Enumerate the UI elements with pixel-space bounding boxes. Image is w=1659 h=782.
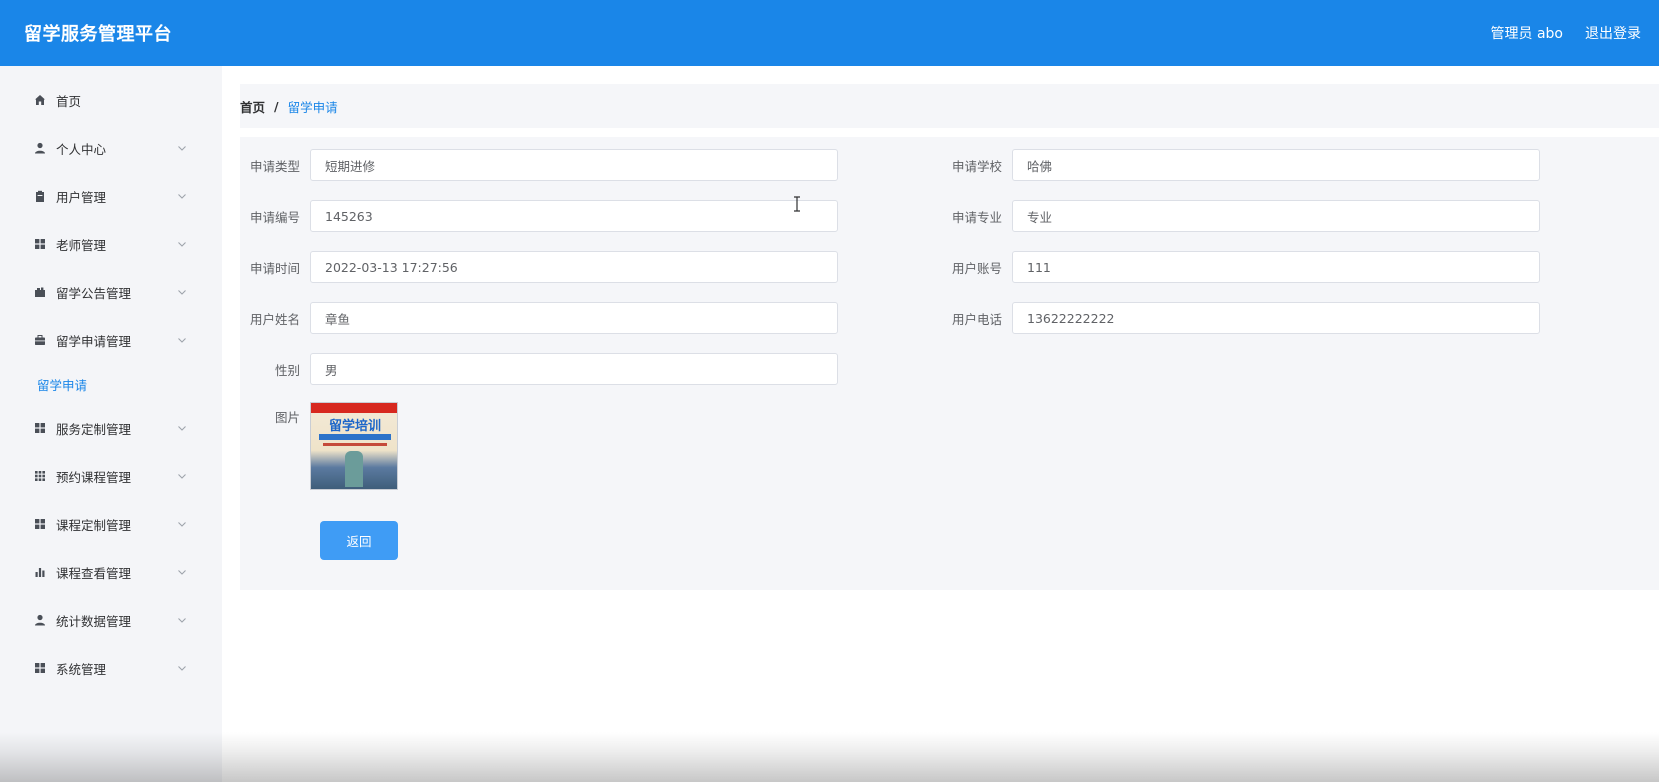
grid-icon [33, 421, 47, 435]
grid-icon [33, 517, 47, 531]
user-account-input[interactable]: 111 [1012, 251, 1540, 283]
user-phone-input[interactable]: 13622222222 [1012, 302, 1540, 334]
chevron-down-icon [176, 286, 188, 298]
field-gender: 性别 男 [240, 353, 838, 385]
sidebar-item-personal-center[interactable]: 个人中心 [0, 124, 222, 172]
sidebar-item-statistics[interactable]: 统计数据管理 [0, 596, 222, 644]
bottom-shadow [0, 732, 1659, 782]
sidebar-item-label: 留学申请管理 [56, 333, 132, 349]
field-application-time: 申请时间 2022-03-13 17:27:56 [240, 251, 838, 283]
chevron-down-icon [176, 518, 188, 530]
sidebar-item-label: 系统管理 [56, 661, 107, 677]
sidebar-item-system-management[interactable]: 系统管理 [0, 644, 222, 692]
field-label: 申请专业 [951, 209, 1002, 225]
breadcrumb-separator: / [274, 98, 279, 114]
sidebar-item-teacher-management[interactable]: 老师管理 [0, 220, 222, 268]
field-label: 申请时间 [249, 260, 300, 276]
sidebar-item-label: 用户管理 [56, 189, 107, 205]
gender-input[interactable]: 男 [310, 353, 838, 385]
chevron-down-icon [176, 142, 188, 154]
field-label: 用户账号 [951, 260, 1002, 276]
field-application-major: 申请专业 专业 [942, 200, 1540, 232]
field-label: 申请类型 [249, 158, 300, 174]
sidebar-item-label: 首页 [56, 93, 82, 109]
application-time-input[interactable]: 2022-03-13 17:27:56 [310, 251, 838, 283]
sidebar-item-label: 统计数据管理 [56, 613, 132, 629]
sidebar-item-label: 课程查看管理 [56, 565, 132, 581]
application-type-input[interactable]: 短期进修 [310, 149, 838, 181]
breadcrumb-current: 留学申请 [287, 99, 338, 115]
chevron-down-icon [176, 662, 188, 674]
sidebar-item-course-booking[interactable]: 预约课程管理 [0, 452, 222, 500]
application-picture[interactable]: 留学培训 [310, 402, 398, 490]
text-cursor-icon [793, 196, 801, 212]
sidebar: 首页 个人中心 用户管理 老师管理 留学公告管理 留学申请管理 留学申请 服务定… [0, 66, 222, 782]
sidebar-item-course-customization[interactable]: 课程定制管理 [0, 500, 222, 548]
briefcase-icon [33, 285, 47, 299]
sidebar-item-user-management[interactable]: 用户管理 [0, 172, 222, 220]
chevron-down-icon [176, 470, 188, 482]
field-application-number: 申请编号 145263 [240, 200, 838, 232]
sidebar-item-label: 老师管理 [56, 237, 107, 253]
sidebar-item-notice-management[interactable]: 留学公告管理 [0, 268, 222, 316]
breadcrumb-home-link[interactable]: 首页 [240, 97, 265, 116]
field-label: 申请学校 [951, 158, 1002, 174]
chevron-down-icon [176, 334, 188, 346]
app-title: 留学服务管理平台 [24, 24, 172, 45]
home-icon [33, 93, 47, 107]
top-header: 留学服务管理平台 管理员 abo 退出登录 [0, 0, 1659, 66]
dots-grid-icon [33, 469, 47, 483]
poster-title: 留学培训 [328, 419, 381, 434]
field-user-name: 用户姓名 章鱼 [240, 302, 838, 334]
chevron-down-icon [176, 614, 188, 626]
back-button[interactable]: 返回 [320, 521, 398, 560]
sidebar-item-label: 服务定制管理 [56, 421, 132, 437]
sidebar-item-label: 预约课程管理 [56, 469, 132, 485]
suitcase-icon [33, 333, 47, 347]
bar-chart-icon [33, 565, 47, 579]
grid-icon [33, 237, 47, 251]
sidebar-item-application-management[interactable]: 留学申请管理 [0, 316, 222, 364]
field-label: 性别 [274, 362, 300, 378]
sidebar-item-home[interactable]: 首页 [0, 76, 222, 124]
field-label: 用户姓名 [249, 311, 300, 327]
application-detail-form: 申请类型 短期进修 申请学校 哈佛 申请编号 145263 申请专业 专业 申请… [240, 137, 1659, 590]
grid-icon [33, 661, 47, 675]
sidebar-subitem-application[interactable]: 留学申请 [0, 364, 222, 404]
application-major-input[interactable]: 专业 [1012, 200, 1540, 232]
logout-button[interactable]: 退出登录 [1585, 23, 1641, 43]
application-number-input[interactable]: 145263 [310, 200, 838, 232]
field-application-school: 申请学校 哈佛 [942, 149, 1540, 181]
sidebar-item-label: 课程定制管理 [56, 517, 132, 533]
user-icon [33, 141, 47, 155]
poster-banner [311, 403, 397, 413]
field-application-type: 申请类型 短期进修 [240, 149, 838, 181]
sidebar-item-label: 个人中心 [56, 141, 107, 157]
clipboard-icon [33, 189, 47, 203]
user-icon [33, 613, 47, 627]
chevron-down-icon [176, 238, 188, 250]
field-label: 图片 [274, 410, 300, 425]
field-picture: 图片 留学培训 [240, 402, 398, 490]
sidebar-item-course-view[interactable]: 课程查看管理 [0, 548, 222, 596]
poster-bar [323, 443, 387, 446]
chevron-down-icon [176, 190, 188, 202]
chevron-down-icon [176, 422, 188, 434]
field-user-phone: 用户电话 13622222222 [942, 302, 1540, 334]
statue-graphic [345, 451, 363, 487]
header-user-area: 管理员 abo 退出登录 [1491, 23, 1641, 43]
sidebar-item-service-customization[interactable]: 服务定制管理 [0, 404, 222, 452]
field-label: 申请编号 [249, 209, 300, 225]
chevron-down-icon [176, 566, 188, 578]
breadcrumb: 首页 / 留学申请 [240, 84, 1659, 128]
current-user-label[interactable]: 管理员 abo [1491, 23, 1563, 43]
field-user-account: 用户账号 111 [942, 251, 1540, 283]
user-name-input[interactable]: 章鱼 [310, 302, 838, 334]
sidebar-item-label: 留学公告管理 [56, 285, 132, 301]
application-school-input[interactable]: 哈佛 [1012, 149, 1540, 181]
poster-bar [319, 434, 391, 440]
field-label: 用户电话 [951, 311, 1002, 327]
